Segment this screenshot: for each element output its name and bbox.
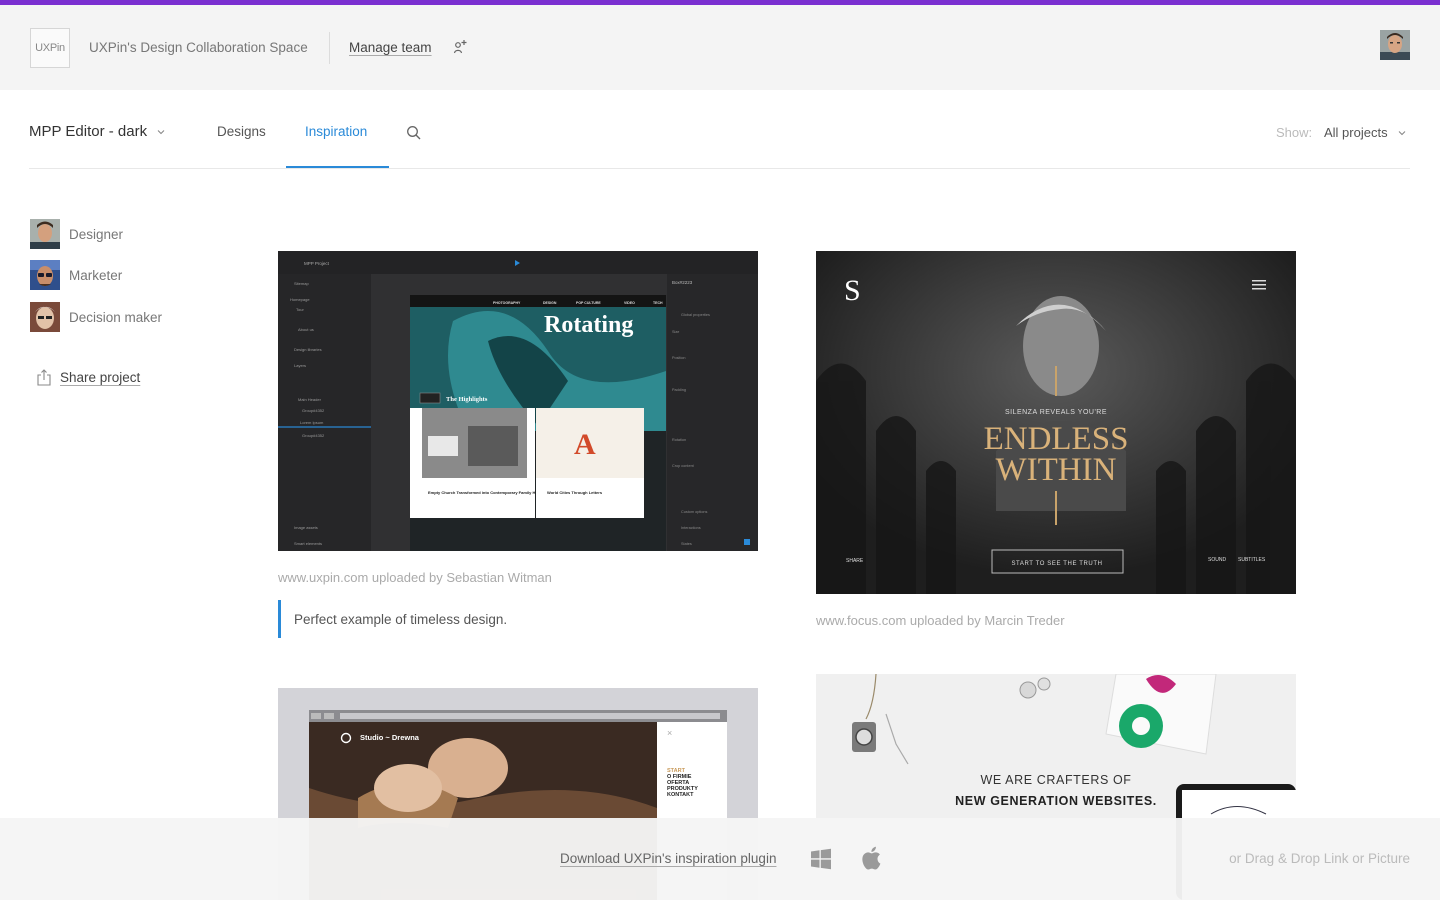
comment-text: Perfect example of timeless design. (294, 611, 508, 627)
role-label: Designer (69, 226, 124, 242)
svg-text:Group#4352: Group#4352 (302, 433, 325, 438)
designer-avatar (30, 219, 60, 249)
svg-text:Tour: Tour (296, 307, 304, 312)
app-header: UXPin UXPin's Design Collaboration Space… (0, 5, 1440, 90)
svg-text:START TO SEE THE TRUTH: START TO SEE THE TRUTH (1011, 561, 1102, 567)
role-designer[interactable]: Designer (30, 219, 123, 249)
space-title: UXPin's Design Collaboration Space (89, 40, 308, 55)
svg-text:Padding: Padding (672, 388, 686, 392)
uxpin-editor-preview: MPP Project Sitemap Homepage Tour About … (278, 251, 758, 551)
nav-divider (29, 168, 1410, 169)
chevron-down-icon (1398, 130, 1405, 135)
project-name: MPP Editor - dark (29, 123, 148, 140)
svg-text:Smart elements: Smart elements (294, 541, 322, 546)
svg-text:Rotating: Rotating (544, 312, 633, 338)
inspiration-caption: www.uxpin.com uploaded by Sebastian Witm… (278, 570, 552, 585)
role-label: Decision maker (69, 309, 163, 325)
svg-text:NEW GENERATION WEBSITES.: NEW GENERATION WEBSITES. (955, 794, 1157, 808)
show-filter-label: Show: (1276, 125, 1313, 140)
search-icon[interactable] (406, 125, 422, 141)
apple-icon[interactable] (861, 846, 881, 870)
svg-text:SUBTITLES: SUBTITLES (1238, 557, 1266, 563)
svg-text:Custom options: Custom options (681, 510, 707, 514)
svg-text:TECH: TECH (653, 301, 663, 305)
svg-text:KONTAKT: KONTAKT (667, 792, 694, 798)
svg-text:DESIGN: DESIGN (543, 301, 557, 305)
share-project-link[interactable]: Share project (37, 369, 140, 386)
svg-text:Position: Position (672, 356, 686, 360)
svg-text:SILENZA REVEALS YOU'RE: SILENZA REVEALS YOU'RE (1005, 409, 1107, 416)
svg-text:Sitemap: Sitemap (294, 281, 309, 286)
inspiration-comment: Perfect example of timeless design. (278, 600, 507, 638)
svg-text:States: States (681, 542, 692, 546)
user-avatar[interactable] (1380, 30, 1410, 60)
marketer-avatar (30, 260, 60, 290)
svg-text:World Cities Through Letters: World Cities Through Letters (547, 490, 603, 495)
svg-text:MPP Project: MPP Project (304, 261, 330, 266)
project-selector[interactable]: MPP Editor - dark (29, 123, 165, 140)
download-plugin-link[interactable]: Download UXPin's inspiration plugin (560, 851, 776, 866)
svg-text:The Highlights: The Highlights (446, 396, 488, 403)
svg-text:POP CULTURE: POP CULTURE (576, 301, 601, 305)
role-decision-maker[interactable]: Decision maker (30, 302, 162, 332)
svg-text:Interactions: Interactions (681, 526, 701, 530)
svg-text:About us: About us (298, 327, 314, 332)
focus-site-preview: S SILENZA REVEALS YOU'RE ENDLESS WITHIN … (816, 251, 1296, 594)
chevron-down-icon (157, 129, 165, 134)
svg-text:SOUND: SOUND (1208, 557, 1226, 563)
drag-drop-hint: or Drag & Drop Link or Picture (1229, 851, 1410, 866)
svg-text:Size: Size (672, 330, 679, 334)
svg-text:Box#2223: Box#2223 (672, 280, 693, 285)
header-divider (329, 32, 330, 64)
svg-text:Layers: Layers (294, 363, 306, 368)
svg-text:S: S (844, 274, 861, 307)
svg-text:PHOTOGRAPHY: PHOTOGRAPHY (493, 301, 521, 305)
svg-text:Global properties: Global properties (681, 313, 710, 317)
svg-text:WITHIN: WITHIN (996, 452, 1117, 488)
svg-text:Crop content: Crop content (672, 464, 695, 468)
svg-text:Lorem Ipsum: Lorem Ipsum (300, 420, 324, 425)
manage-team-link[interactable]: Manage team (349, 40, 432, 55)
svg-text:WE ARE CRAFTERS OF: WE ARE CRAFTERS OF (980, 773, 1131, 787)
add-user-icon[interactable] (452, 39, 468, 55)
inspiration-card-focus[interactable]: S SILENZA REVEALS YOU'RE ENDLESS WITHIN … (816, 251, 1296, 594)
svg-text:Homepage: Homepage (290, 297, 310, 302)
svg-text:SHARE: SHARE (846, 558, 864, 564)
role-marketer[interactable]: Marketer (30, 260, 122, 290)
svg-text:Image assets: Image assets (294, 525, 318, 530)
svg-text:Group#4352: Group#4352 (302, 408, 325, 413)
svg-text:A: A (574, 428, 596, 461)
inspiration-card-uxpin[interactable]: MPP Project Sitemap Homepage Tour About … (278, 251, 758, 551)
svg-text:Empty Church Transformed into: Empty Church Transformed into Contempora… (428, 490, 544, 495)
role-label: Marketer (69, 267, 123, 283)
svg-text:Rotation: Rotation (672, 438, 686, 442)
show-filter-value: All projects (1324, 125, 1388, 140)
svg-text:×: × (667, 728, 672, 738)
windows-icon[interactable] (810, 848, 832, 870)
tab-inspiration[interactable]: Inspiration (305, 124, 367, 139)
share-project-label: Share project (60, 370, 141, 385)
svg-text:VIDEO: VIDEO (624, 301, 635, 305)
svg-text:Design libraries: Design libraries (294, 347, 322, 352)
svg-text:Studio ~ Drewna: Studio ~ Drewna (360, 733, 420, 742)
share-icon (37, 369, 51, 386)
decision-maker-avatar (30, 302, 60, 332)
uxpin-logo[interactable]: UXPin (30, 28, 70, 68)
tab-designs[interactable]: Designs (217, 124, 266, 139)
inspiration-caption: www.focus.com uploaded by Marcin Treder (816, 613, 1065, 628)
svg-text:Main Header: Main Header (298, 397, 322, 402)
plugin-footer: Download UXPin's inspiration plugin or D… (0, 818, 1440, 900)
show-filter-select[interactable]: All projects (1324, 125, 1406, 140)
